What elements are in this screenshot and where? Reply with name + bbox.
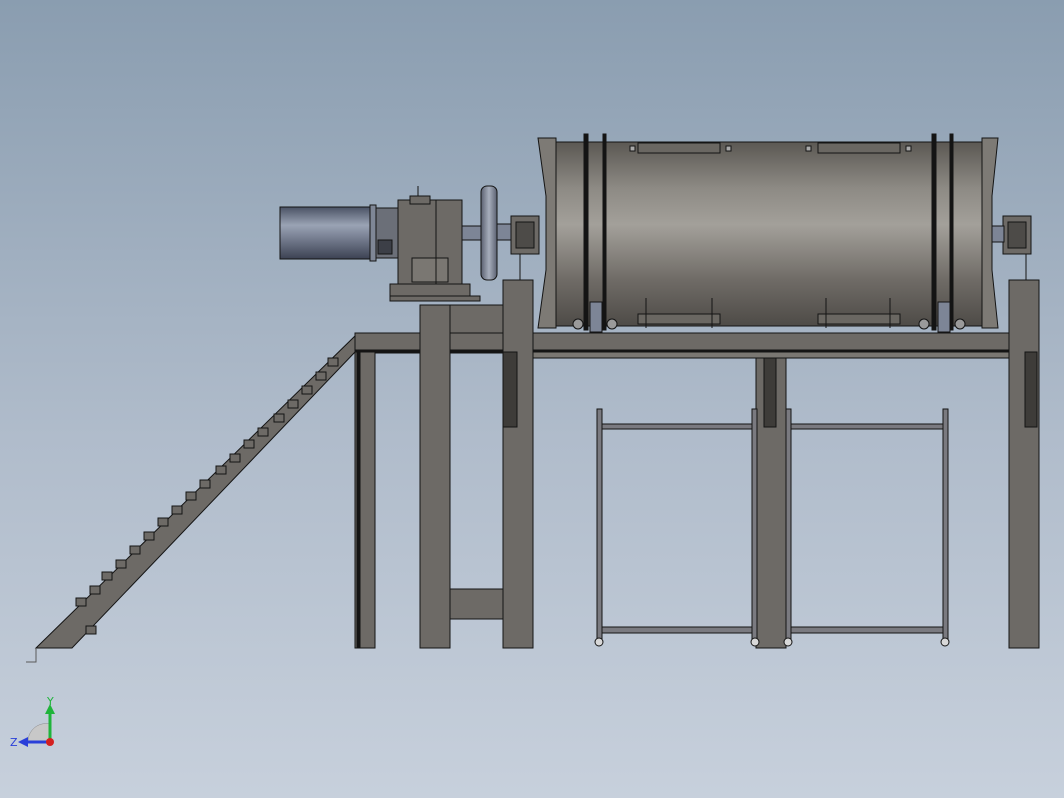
- z-axis-head: [18, 737, 28, 747]
- z-axis-label: Z: [10, 736, 18, 749]
- frame-leg: [1008, 279, 1040, 649]
- frame-leg: [419, 304, 451, 649]
- frame-leg: [502, 279, 534, 649]
- y-axis-label: Y: [46, 696, 54, 708]
- drive-motor: [279, 204, 399, 262]
- trolley-right: [783, 408, 950, 647]
- orientation-triad: Y Z: [10, 696, 55, 749]
- x-axis-dot: [46, 738, 54, 746]
- coupling-pulley: [461, 185, 514, 281]
- cad-viewport[interactable]: Y Z: [0, 0, 1064, 798]
- triad-quadrant: [27, 723, 51, 743]
- support-frame: [354, 279, 1040, 649]
- assembly-model[interactable]: [0, 0, 1064, 798]
- bearing-right: [989, 215, 1032, 280]
- gearbox: [389, 186, 481, 302]
- trolley-left: [594, 408, 760, 647]
- platform-deck: [354, 332, 1039, 353]
- rotary-drum: [537, 133, 999, 331]
- bearing-left: [510, 215, 540, 280]
- cross-brace: [449, 588, 504, 620]
- cross-brace: [449, 304, 504, 334]
- staircase: [26, 334, 356, 663]
